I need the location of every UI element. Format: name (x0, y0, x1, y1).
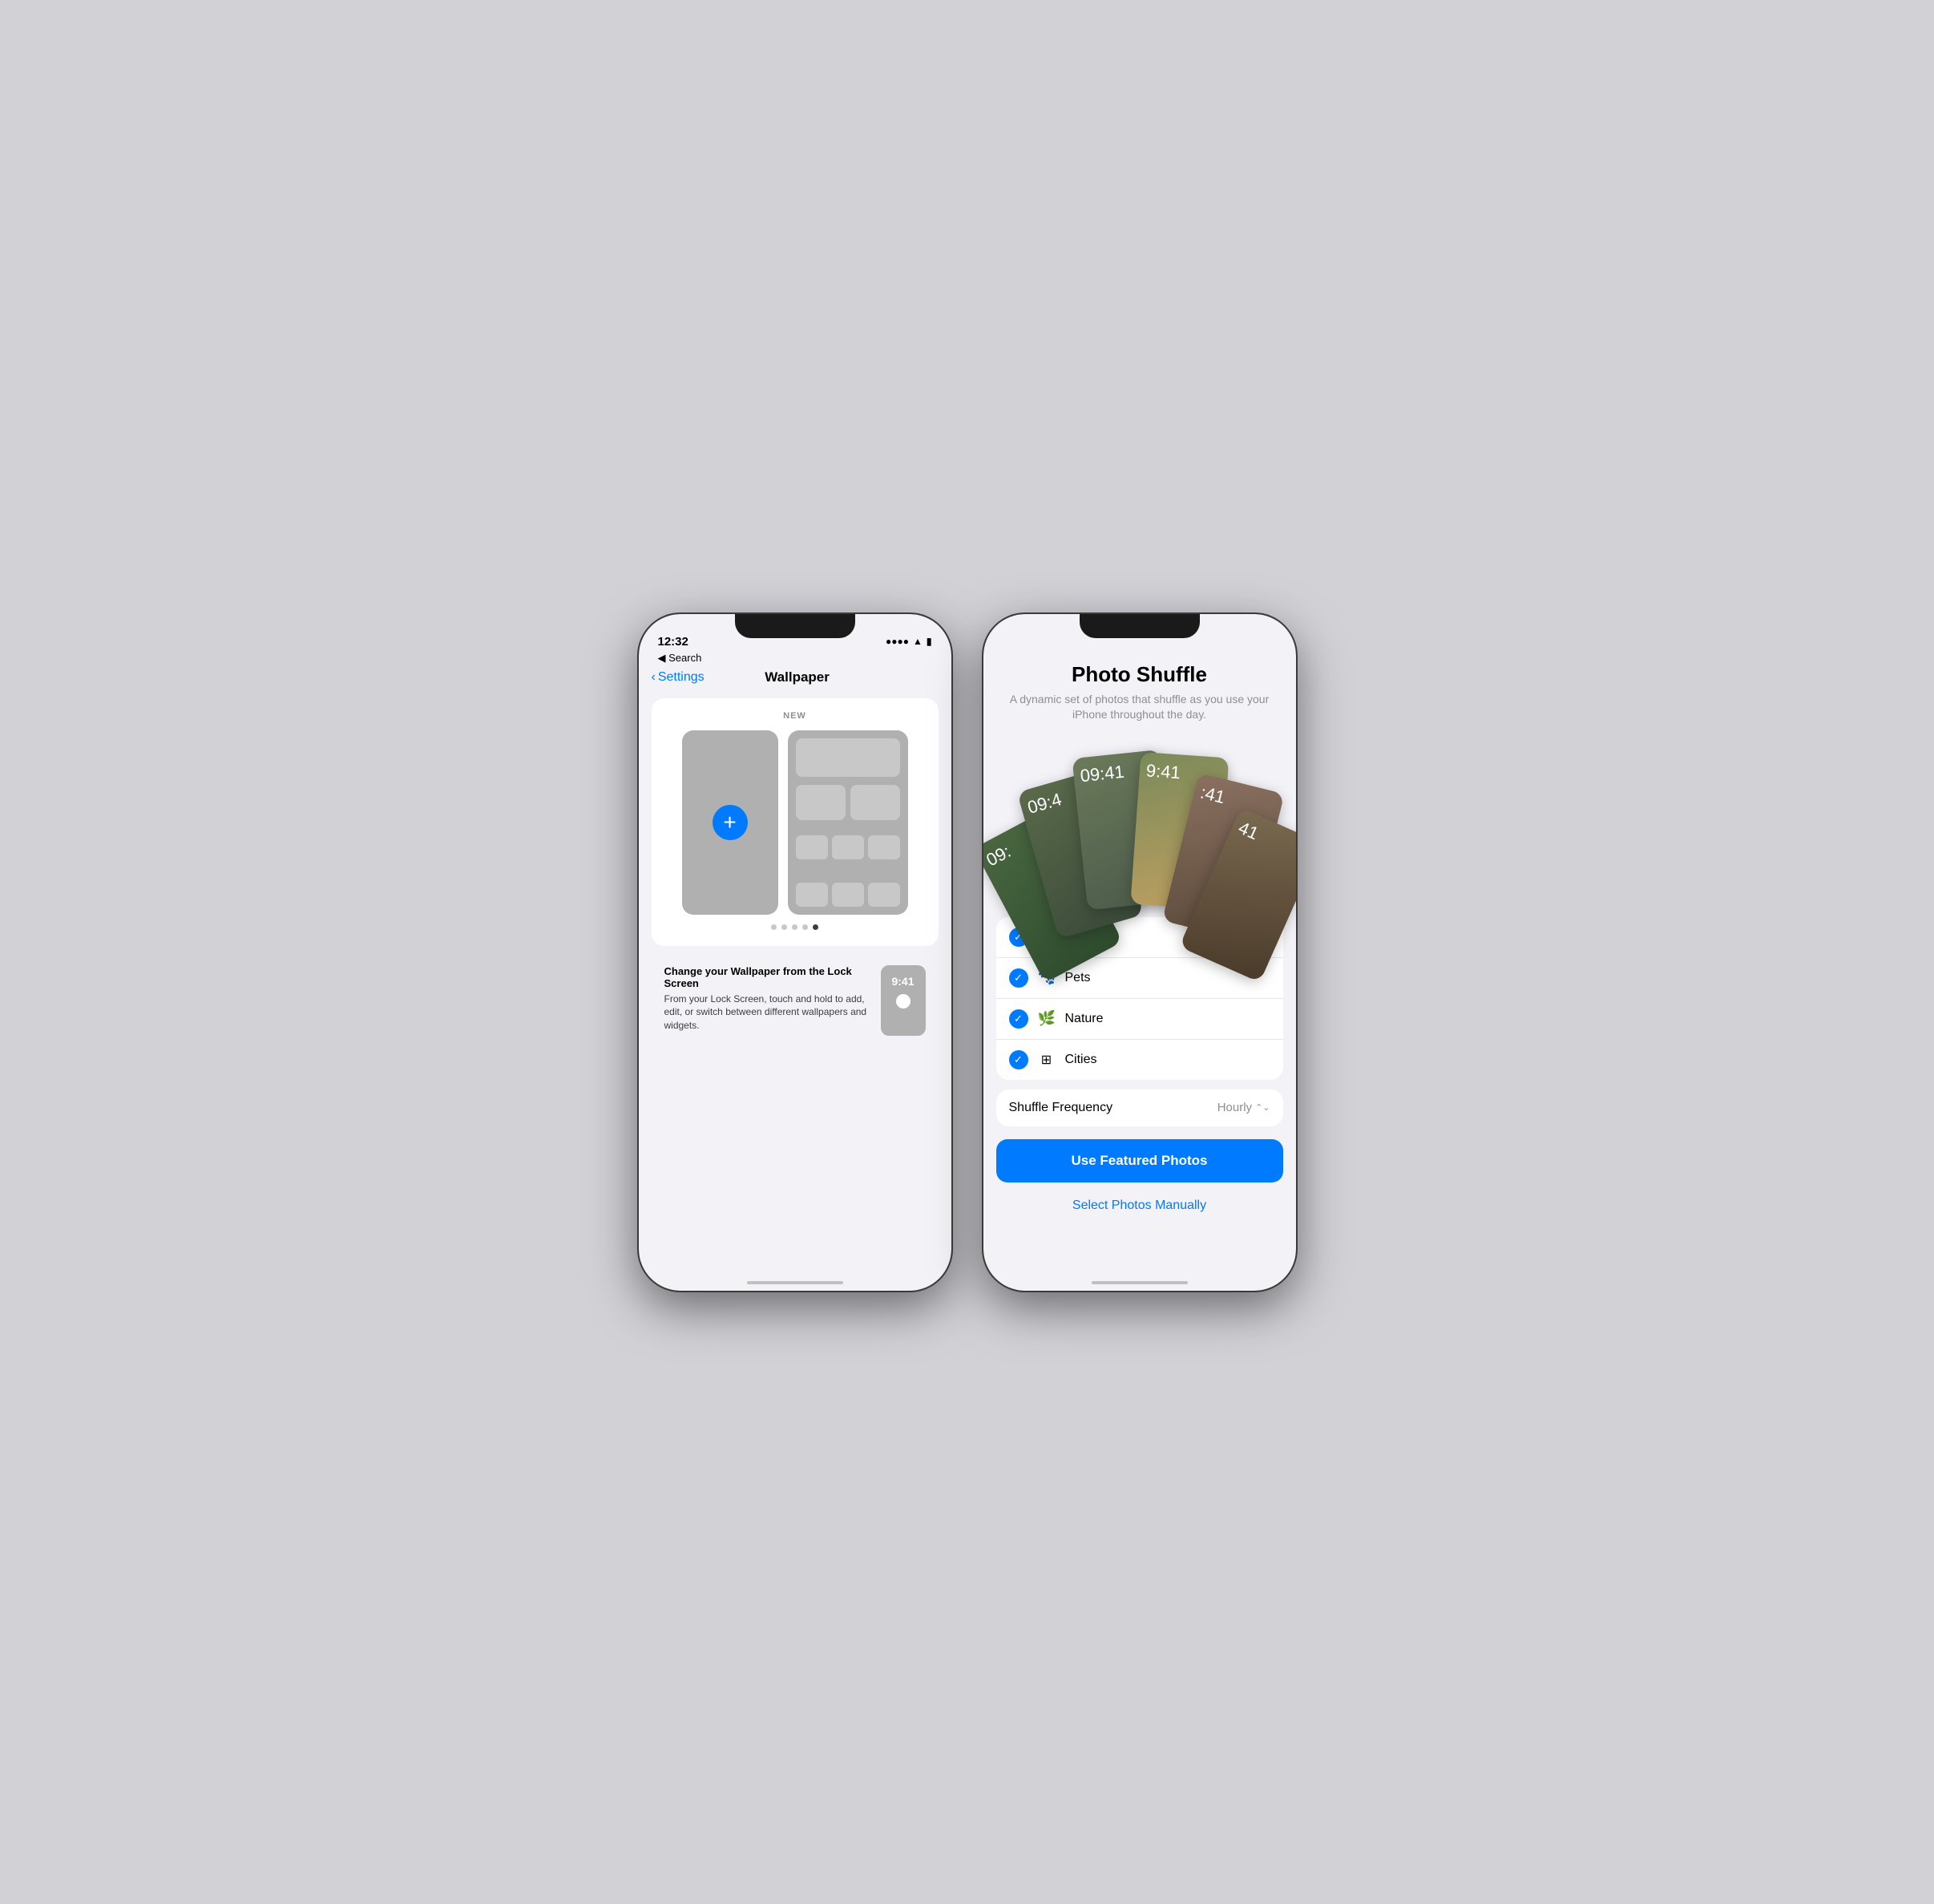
home-screen-preview[interactable] (788, 730, 908, 915)
widget-small-1 (796, 835, 828, 859)
search-label[interactable]: ◀ Search (639, 652, 951, 666)
phone-1: 12:32 ●●●● ▲ ▮ ◀ Search ‹ Settings Wallp… (639, 614, 951, 1291)
phone-2-screen: Photo Shuffle A dynamic set of photos th… (983, 614, 1296, 1291)
shuffle-frequency-label: Shuffle Frequency (1009, 1101, 1113, 1115)
home-indicator-2 (1092, 1281, 1188, 1284)
add-wallpaper-button[interactable]: + (713, 805, 748, 840)
widget-small-5 (832, 883, 864, 907)
shuffle-frequency-row[interactable]: Shuffle Frequency Hourly ⌃⌄ (996, 1089, 1283, 1126)
nature-label: Nature (1065, 1012, 1270, 1026)
cities-label: Cities (1065, 1053, 1270, 1067)
fan-card-6-time: 41 (1235, 817, 1296, 867)
mini-time: 9:41 (891, 975, 914, 988)
status-icons: ●●●● ▲ ▮ (886, 636, 932, 647)
mini-dot (896, 994, 910, 1009)
nature-icon: 🌿 (1038, 1010, 1056, 1027)
page-indicator (664, 924, 926, 930)
shuffle-chevron-icon: ⌃⌄ (1255, 1102, 1270, 1113)
phone-2: Photo Shuffle A dynamic set of photos th… (983, 614, 1296, 1291)
cities-icon: ⊞ (1038, 1052, 1056, 1068)
dot-2 (781, 924, 787, 930)
lock-screen-mini-preview: 9:41 (881, 965, 926, 1036)
home-indicator (747, 1281, 843, 1284)
fan-card-5-time: :41 (1197, 782, 1275, 820)
wallpaper-page-title: Wallpaper (705, 669, 890, 685)
widget-small-2 (832, 835, 864, 859)
photo-fan: 09: 09:4 09:41 9:41 :41 (996, 736, 1283, 904)
dot-4 (802, 924, 808, 930)
widget-small-6 (868, 883, 900, 907)
notch (735, 614, 855, 638)
category-cities[interactable]: ✓ ⊞ Cities (996, 1040, 1283, 1080)
wifi-icon: ▲ (913, 636, 923, 647)
nature-check: ✓ (1009, 1009, 1028, 1029)
wallpaper-previews[interactable]: + (664, 730, 926, 915)
new-label: NEW (664, 711, 926, 721)
signal-icon: ●●●● (886, 636, 909, 647)
pets-check: ✓ (1009, 968, 1028, 988)
use-featured-photos-button[interactable]: Use Featured Photos (996, 1139, 1283, 1182)
shuffle-frequency-value: Hourly ⌃⌄ (1217, 1101, 1270, 1114)
dot-3 (792, 924, 797, 930)
nav-bar: ‹ Settings Wallpaper (639, 666, 951, 692)
dot-1 (771, 924, 777, 930)
chevron-left-icon: ‹ (652, 670, 656, 685)
hint-title: Change your Wallpaper from the Lock Scre… (664, 965, 871, 989)
hint-card: Change your Wallpaper from the Lock Scre… (652, 952, 939, 1049)
select-photos-manually-button[interactable]: Select Photos Manually (996, 1192, 1283, 1219)
phone-1-screen: 12:32 ●●●● ▲ ▮ ◀ Search ‹ Settings Wallp… (639, 614, 951, 1291)
shuffle-frequency-text: Hourly (1217, 1101, 1252, 1114)
lock-screen-preview[interactable]: + (682, 730, 778, 915)
widget-square-2 (850, 785, 900, 820)
widget-row-3 (796, 835, 900, 875)
photo-shuffle-subtitle: A dynamic set of photos that shuffle as … (1003, 692, 1277, 723)
category-nature[interactable]: ✓ 🌿 Nature (996, 999, 1283, 1040)
wallpaper-card-area: NEW + (652, 698, 939, 946)
settings-back-button[interactable]: ‹ Settings (652, 670, 705, 685)
widget-square-1 (796, 785, 846, 820)
cities-check: ✓ (1009, 1050, 1028, 1069)
battery-icon: ▮ (927, 636, 932, 647)
widget-wide (796, 738, 900, 777)
widget-row-2 (796, 785, 900, 827)
widget-row-4 (796, 883, 900, 907)
notch-2 (1080, 614, 1200, 638)
dot-5-active (813, 924, 818, 930)
widget-row-1 (796, 738, 900, 781)
photo-shuffle-title: Photo Shuffle (1003, 662, 1277, 687)
settings-back-label: Settings (658, 670, 705, 685)
widget-small-4 (796, 883, 828, 907)
status-time: 12:32 (658, 635, 688, 649)
hint-description: From your Lock Screen, touch and hold to… (664, 992, 871, 1033)
widget-small-3 (868, 835, 900, 859)
hint-text: Change your Wallpaper from the Lock Scre… (664, 965, 871, 1033)
